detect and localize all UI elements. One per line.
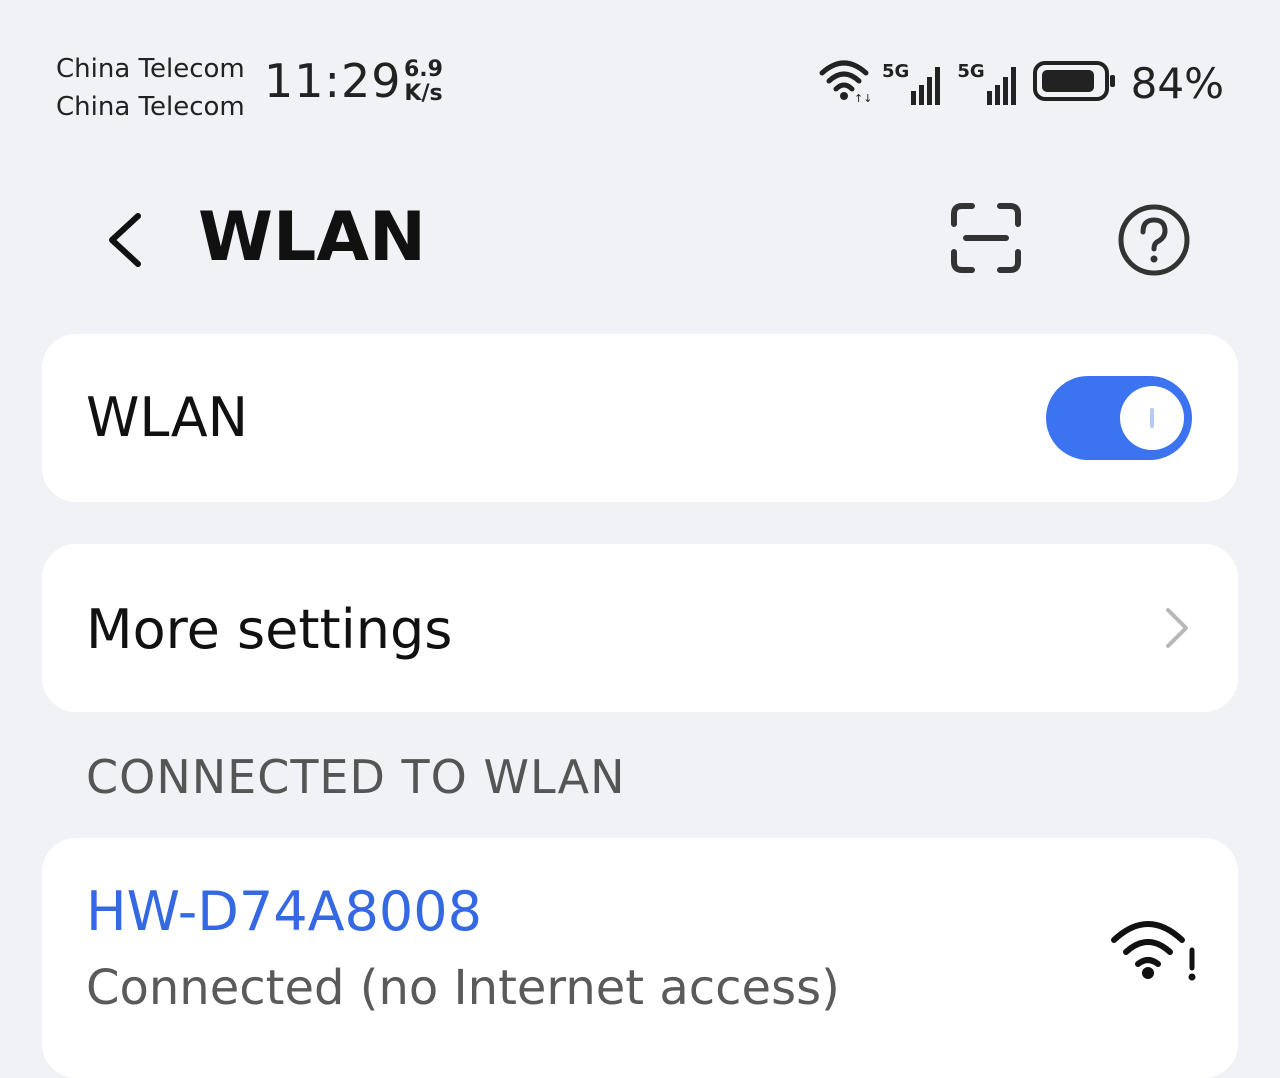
network-speed-value: 6.9 <box>404 57 443 82</box>
title-bar: WLAN <box>0 190 1280 290</box>
wlan-toggle-label: WLAN <box>86 386 249 449</box>
svg-text:↑↓: ↑↓ <box>854 92 870 103</box>
network-status: Connected (no Internet access) <box>86 960 840 1016</box>
battery-icon <box>1032 59 1119 107</box>
status-bar: China Telecom China Telecom 11:29 6.9 K/… <box>0 0 1280 150</box>
status-icons: ↑↓ 5G 5G 84% <box>818 58 1224 108</box>
carrier-info: China Telecom China Telecom <box>56 50 245 126</box>
connected-section-header: CONNECTED TO WLAN <box>86 750 626 804</box>
toggle-knob <box>1120 386 1184 450</box>
wlan-toggle-switch[interactable] <box>1046 376 1192 460</box>
network-speed-unit: K/s <box>404 81 443 106</box>
network-name: HW-D74A8008 <box>86 880 482 943</box>
scan-icon <box>951 203 1021 273</box>
carrier-name-1: China Telecom <box>56 54 245 84</box>
back-button[interactable] <box>98 202 154 278</box>
signal-5g-label: 5G <box>882 61 910 82</box>
signal-5g-icon: 5G <box>882 61 945 105</box>
help-button[interactable] <box>1116 202 1192 278</box>
network-speed: 6.9 K/s <box>404 58 443 106</box>
battery-percent: 84% <box>1130 58 1224 108</box>
chevron-left-icon <box>109 213 141 267</box>
signal-5g-label: 5G <box>957 61 985 82</box>
scan-button[interactable] <box>950 202 1022 274</box>
wlan-toggle-card: WLAN <box>42 334 1238 502</box>
more-settings-row[interactable]: More settings <box>42 544 1238 712</box>
status-time: 11:29 <box>264 54 402 108</box>
carrier-name-2: China Telecom <box>56 92 245 122</box>
more-settings-label: More settings <box>86 598 453 661</box>
page-title: WLAN <box>198 198 426 277</box>
chevron-right-icon <box>1158 602 1194 654</box>
connected-network-item[interactable]: HW-D74A8008 Connected (no Internet acces… <box>42 838 1238 1078</box>
wifi-icon: ↑↓ <box>818 59 872 107</box>
help-circle-icon <box>1118 204 1190 276</box>
wifi-warning-icon <box>1108 914 1204 986</box>
signal-5g-icon: 5G <box>957 61 1020 105</box>
